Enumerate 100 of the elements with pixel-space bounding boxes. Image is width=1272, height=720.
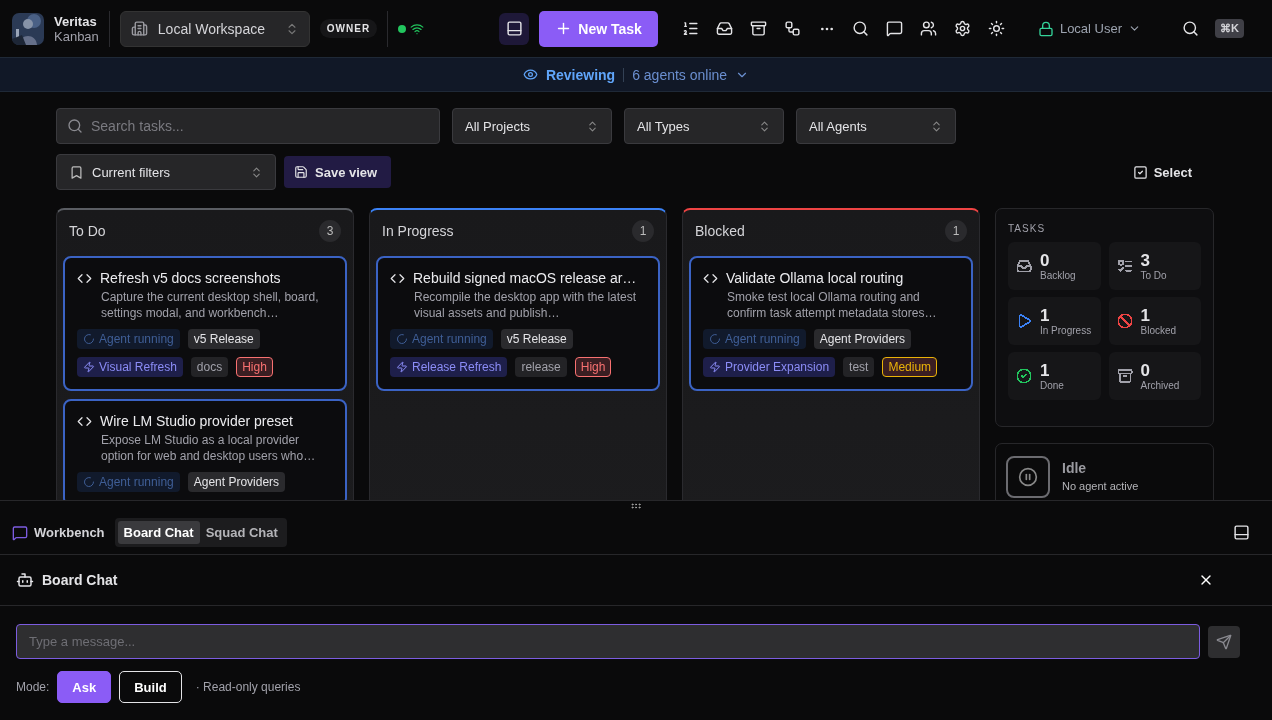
stat-value: 0 [1040,251,1051,270]
task-title: Validate Ollama local routing [726,270,904,286]
pause-icon [1018,467,1038,487]
bookmark-icon [69,164,84,180]
lock-icon [1037,20,1054,37]
stat-value: 3 [1140,251,1151,270]
chevrons-icon [930,119,943,133]
task-card[interactable]: Wire LM Studio provider preset Expose LM Studio as a local provider option for web and desktop users who… Agent running Agent Providers [63,399,347,500]
numbered-list-icon [682,20,700,37]
filter-select[interactable]: All Projects [452,108,612,144]
panel-icon [505,20,523,37]
tag: v5 Release [187,329,260,349]
settings-icon [954,20,972,37]
mode-hint: · Read-only queries [195,680,301,694]
agent-status-tag: Agent running [390,329,493,349]
column-title: Blocked [695,223,745,239]
spinner-icon [396,333,408,345]
task-title: Rebuild signed macOS release ar… [413,270,637,286]
stat-value: 1 [1140,306,1151,325]
stat-label: Done [1040,379,1064,391]
stat-label: To Do [1140,269,1167,281]
workspace-select[interactable]: Local Workspace [119,10,310,47]
search-icon [852,20,870,37]
checkbox-icon [1132,164,1148,180]
shortcut-key: ⌘K [1215,19,1244,38]
epic-tag: Provider Expansion [703,357,836,377]
task-card[interactable]: Validate Ollama local routing Smoke test local Ollama routing and confirm task attempt metadata stores… Agent running Agent Providers Provider Expansion test Medium [689,256,973,391]
archive-icon [750,20,768,37]
save-view-button[interactable]: Save view [284,156,392,188]
priority-tag: High [236,357,273,377]
app-name: Veritas [54,13,98,29]
agent-status-tag: Agent running [77,472,180,492]
app-subtitle: Kanban [54,28,99,44]
stat-value: 0 [1140,361,1151,380]
agent-status-tag: Agent running [77,329,180,349]
chevrons-icon [758,119,771,133]
task-title: Refresh v5 docs screenshots [100,270,281,286]
agent-status-tag: Agent running [703,329,806,349]
stat-value: 1 [1040,361,1051,380]
agent-detail: No agent active [1062,480,1139,492]
agent-status: Idle [1062,460,1088,476]
mode-button[interactable]: Ask [57,671,112,703]
chat-icon [886,20,904,37]
send-button[interactable] [1208,625,1240,658]
new-task-button[interactable]: New Task [539,10,658,47]
saved-view-select[interactable]: Current filters [56,154,276,190]
stat-value: 1 [1040,306,1051,325]
bot-icon [16,571,34,589]
save-icon [294,165,308,179]
priority-tag: Medium [882,357,938,377]
column-count: 1 [632,220,654,242]
message-input[interactable]: Type a message... [16,624,1200,659]
panel-toggle-button[interactable] [499,12,530,45]
workflow-icon [784,20,802,37]
stats-title: TASKS [1008,223,1047,234]
task-description: Smoke test local Ollama routing and confirm task attempt metadata stores… [726,289,938,321]
pause-button[interactable] [1006,456,1050,498]
column-count: 3 [319,220,341,242]
priority-tag: High [574,357,612,377]
search-icon [1181,20,1199,37]
column-title: In Progress [382,223,454,239]
spinner-icon [83,476,95,488]
mode-button[interactable]: Build [119,671,182,703]
bolt-icon [709,361,721,373]
chat-icon [12,524,28,541]
task-title: Wire LM Studio provider preset [100,413,293,429]
agents-online: 6 agents online [632,66,728,83]
chat-tab[interactable]: Squad Chat [199,521,284,544]
epic-tag: Visual Refresh [77,357,183,377]
spinner-icon [709,333,721,345]
tag: docs [190,357,229,377]
eye-icon [522,67,538,82]
role-badge: OWNER [319,19,378,38]
panel-icon [1232,524,1250,541]
task-card[interactable]: Refresh v5 docs screenshots Capture the current desktop shell, board, settings modal, and workbench… Agent running v5 Release Visual Refresh docs High [63,256,347,391]
user-menu[interactable]: Local User [1031,19,1148,38]
inbox-icon [716,20,734,37]
task-description: Capture the current desktop shell, board, settings modal, and workbench… [100,289,320,321]
stat-label: In Progress [1040,324,1092,336]
search-field[interactable]: Search tasks... [56,108,440,144]
wifi-icon [410,21,425,36]
tag: test [843,357,875,377]
task-card[interactable]: Rebuild signed macOS release ar… Recompile the desktop app with the latest visual assets and publish… Agent running v5 Release Release Refresh release High [376,256,660,391]
bolt-icon [83,361,95,373]
chevrons-icon [250,165,263,179]
sun-icon [988,20,1006,37]
send-icon [1216,633,1232,650]
filter-select[interactable]: All Agents [796,108,956,144]
chat-tab[interactable]: Board Chat [117,521,200,544]
task-description: Expose LM Studio as a local provider option for web and desktop users who… [100,432,317,464]
tag: Agent Providers [187,472,286,492]
drag-handle-icon[interactable] [630,500,642,512]
bolt-icon [396,361,408,373]
building-icon [130,20,148,37]
tag: v5 Release [500,329,573,349]
users-icon [920,20,938,37]
filter-select[interactable]: All Types [624,108,784,144]
tag: release [515,357,567,377]
column-count: 1 [945,220,967,242]
select-button[interactable]: Select [1126,163,1198,181]
